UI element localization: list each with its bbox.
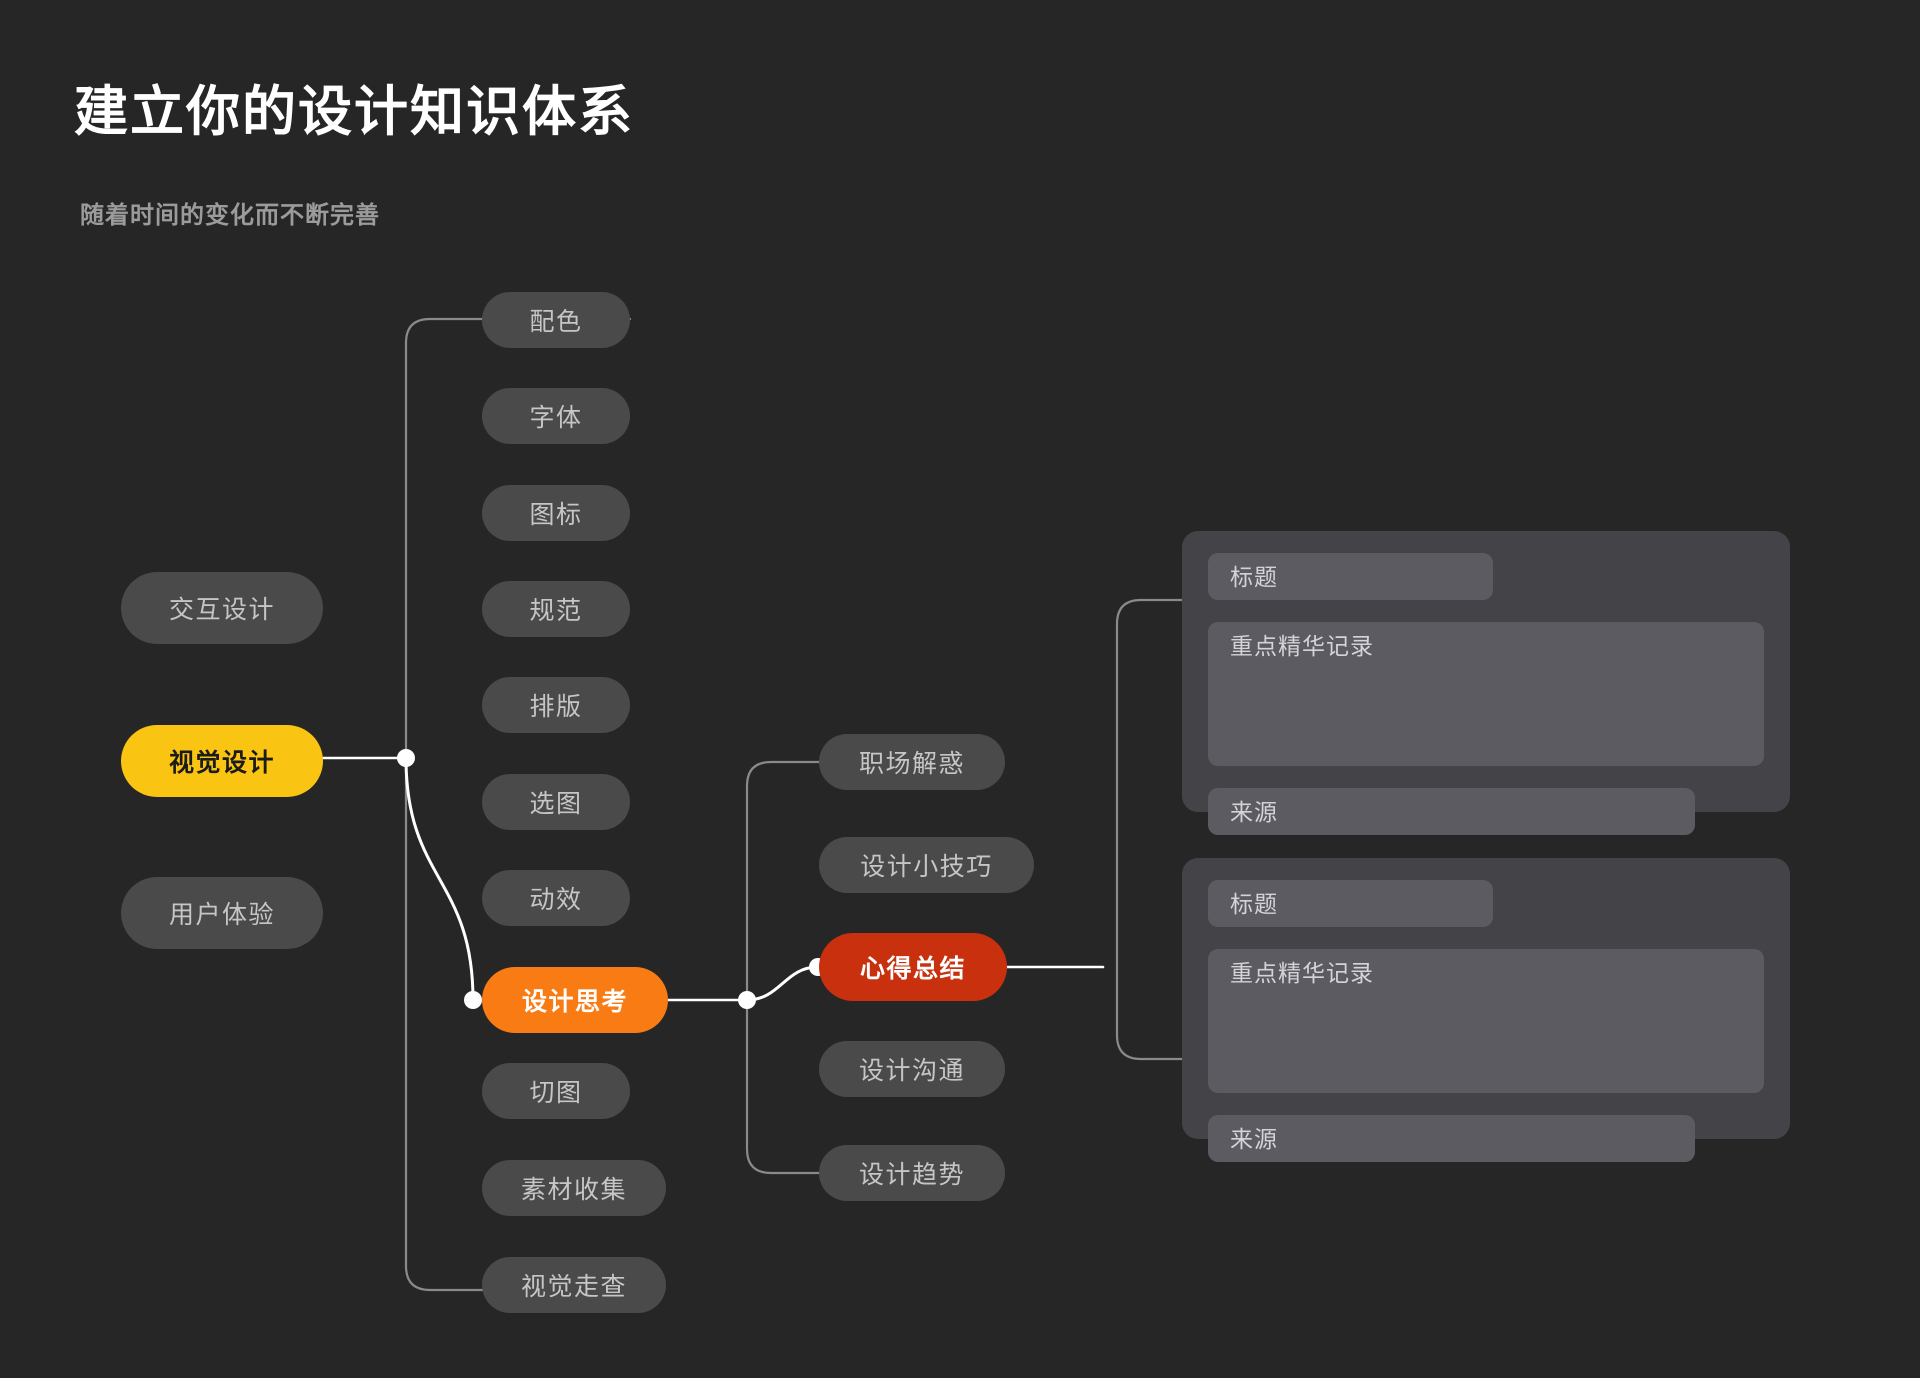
- node-label: 配色: [529, 308, 583, 336]
- detail-card[interactable]: 标题 重点精华记录 来源: [1182, 531, 1790, 835]
- junction-dot-level3: [738, 991, 756, 1009]
- node-typeface[interactable]: 字体: [482, 388, 630, 444]
- junction-dot-level2: [397, 749, 415, 767]
- card-title-field[interactable]: 标题: [1208, 553, 1493, 600]
- active-branch-to-summary: [745, 965, 820, 1002]
- node-slicing[interactable]: 切图: [482, 1063, 630, 1119]
- node-label: 设计小技巧: [860, 853, 993, 881]
- node-design-trends[interactable]: 设计趋势: [819, 1145, 1005, 1201]
- node-design-tips[interactable]: 设计小技巧: [819, 837, 1034, 893]
- node-label: 排版: [529, 693, 583, 721]
- node-label: 设计趋势: [858, 1161, 965, 1189]
- node-label: 职场解惑: [858, 750, 965, 778]
- page-subtitle: 随着时间的变化而不断完善: [80, 202, 380, 229]
- node-design-communication[interactable]: 设计沟通: [819, 1041, 1005, 1097]
- node-label: 设计沟通: [858, 1057, 965, 1085]
- node-layout[interactable]: 排版: [482, 677, 630, 733]
- node-icons[interactable]: 图标: [482, 485, 630, 541]
- node-label: 视觉走查: [520, 1273, 627, 1301]
- card-notes-field[interactable]: 重点精华记录: [1208, 949, 1764, 1093]
- detail-card[interactable]: 标题 重点精华记录 来源: [1182, 858, 1790, 1162]
- node-dot-design-thinking: [464, 991, 482, 1009]
- node-color-scheme[interactable]: 配色: [482, 292, 630, 348]
- node-user-experience[interactable]: 用户体验: [121, 877, 323, 949]
- node-summary[interactable]: 心得总结: [819, 933, 1007, 1001]
- node-label: 视觉设计: [168, 749, 275, 777]
- active-branch-to-design-thinking: [404, 756, 475, 1002]
- card-source-field[interactable]: 来源: [1208, 1115, 1695, 1162]
- page-title: 建立你的设计知识体系: [74, 82, 634, 142]
- node-motion[interactable]: 动效: [482, 870, 630, 926]
- mindmap-canvas: 建立你的设计知识体系 随着时间的变化而不断完善 交互设计 视觉设计 用户体验 配…: [0, 0, 1920, 1378]
- node-label: 设计思考: [521, 988, 628, 1016]
- node-label: 选图: [529, 790, 583, 818]
- node-label: 动效: [529, 886, 583, 914]
- node-visual-design[interactable]: 视觉设计: [121, 725, 323, 797]
- node-specifications[interactable]: 规范: [482, 581, 630, 637]
- node-label: 字体: [529, 404, 583, 432]
- card-title-field[interactable]: 标题: [1208, 880, 1493, 927]
- node-label: 图标: [529, 501, 583, 529]
- card-notes-field[interactable]: 重点精华记录: [1208, 622, 1764, 766]
- card-source-field[interactable]: 来源: [1208, 788, 1695, 835]
- node-label: 规范: [529, 597, 583, 625]
- node-visual-review[interactable]: 视觉走查: [482, 1257, 666, 1313]
- node-label: 交互设计: [168, 596, 275, 624]
- node-interaction-design[interactable]: 交互设计: [121, 572, 323, 644]
- node-asset-collection[interactable]: 素材收集: [482, 1160, 666, 1216]
- node-career-questions[interactable]: 职场解惑: [819, 734, 1005, 790]
- node-label: 心得总结: [859, 955, 966, 983]
- node-design-thinking[interactable]: 设计思考: [482, 967, 668, 1033]
- node-label: 用户体验: [168, 901, 275, 929]
- node-label: 切图: [529, 1079, 583, 1107]
- node-image-selection[interactable]: 选图: [482, 774, 630, 830]
- node-label: 素材收集: [520, 1176, 627, 1204]
